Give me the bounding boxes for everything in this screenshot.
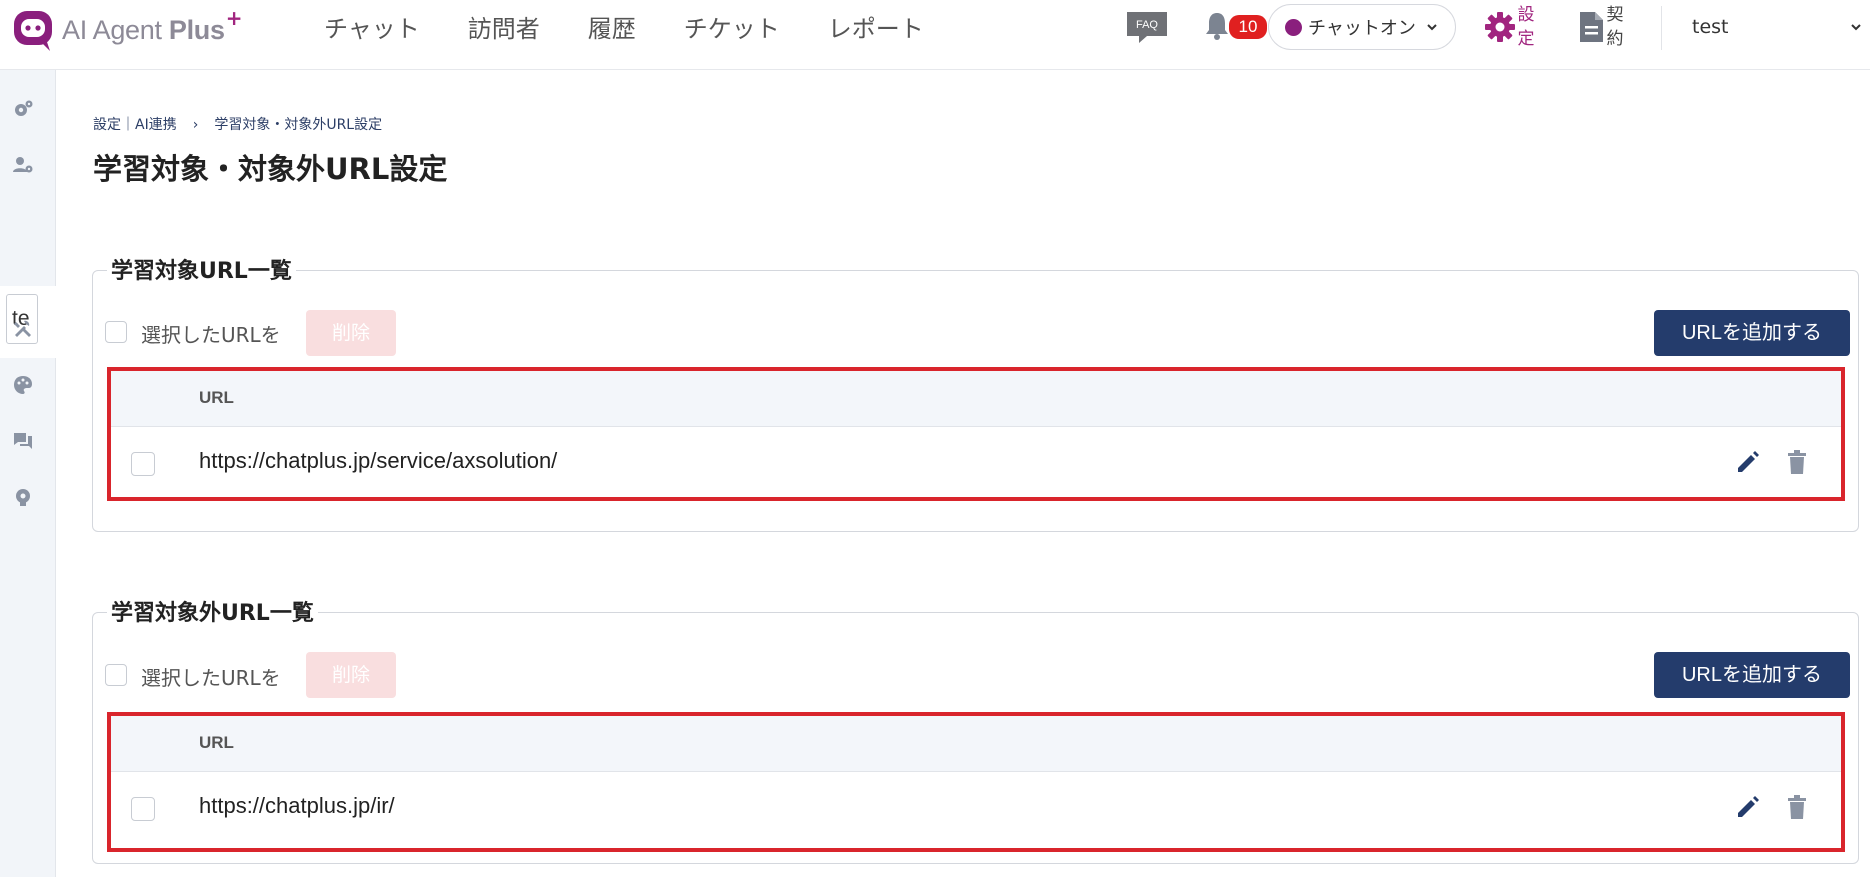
- breadcrumb-separator: ›: [192, 117, 199, 133]
- edit-pencil-icon[interactable]: [1735, 794, 1761, 820]
- nav-item-reports[interactable]: レポート: [828, 9, 924, 44]
- trash-icon[interactable]: [1785, 449, 1809, 475]
- breadcrumb: 設定｜AI連携 › 学習対象・対象外URL設定: [93, 114, 382, 134]
- table-row: https://chatplus.jp/ir/: [111, 772, 1841, 848]
- edit-pencil-icon[interactable]: [1735, 449, 1761, 475]
- ai-settings-icon[interactable]: [12, 486, 34, 508]
- nav-item-chat[interactable]: チャット: [324, 9, 420, 44]
- selected-url-label: 選択したURLを: [141, 666, 281, 690]
- row-checkbox[interactable]: [131, 452, 155, 476]
- delete-selected-button[interactable]: 削除: [306, 652, 396, 698]
- table-row: https://chatplus.jp/service/axsolution/: [111, 427, 1841, 497]
- url-table: URL https://chatplus.jp/service/axsoluti…: [107, 367, 1845, 501]
- logo-mark-icon: [14, 11, 52, 51]
- settings-label-char-2: 定: [1517, 29, 1535, 49]
- row-url-text: https://chatplus.jp/service/axsolution/: [199, 448, 558, 473]
- chat-status-dropdown[interactable]: チャットオン: [1268, 4, 1456, 50]
- select-all-checkbox[interactable]: [105, 321, 127, 343]
- page-title: 学習対象・対象外URL設定: [93, 152, 448, 186]
- column-header-url: URL: [199, 388, 234, 407]
- user-dropdown[interactable]: test: [1692, 12, 1862, 42]
- top-navigation-bar: AI Agent Plus + チャット 訪問者 履歴 チケット レポート FA…: [0, 0, 1870, 70]
- notification-count-badge: 10: [1229, 15, 1267, 39]
- settings-button[interactable]: 設 定: [1484, 2, 1536, 52]
- trash-icon[interactable]: [1785, 794, 1809, 820]
- learning-target-url-section: 学習対象URL一覧 選択したURLを 削除 URLを追加する URL https…: [92, 253, 1859, 532]
- user-settings-icon[interactable]: [12, 154, 34, 176]
- contract-label: 契 約: [1605, 3, 1625, 51]
- document-icon: [1580, 12, 1603, 42]
- settings-label: 設 定: [1516, 3, 1536, 51]
- add-url-button[interactable]: URLを追加する: [1654, 652, 1850, 698]
- chevron-down-icon: [1427, 24, 1437, 31]
- logo-text-plus-word: Plus: [168, 14, 225, 45]
- settings-gear-icon[interactable]: [12, 98, 34, 120]
- row-checkbox[interactable]: [131, 797, 155, 821]
- excluded-url-section: 学習対象外URL一覧 選択したURLを 削除 URLを追加する URL http…: [92, 595, 1859, 864]
- nav-item-history[interactable]: 履歴: [588, 9, 636, 44]
- user-name: test: [1692, 16, 1729, 38]
- notification-bell-icon[interactable]: [1204, 11, 1230, 41]
- logo-plus-sign: +: [225, 6, 243, 30]
- chat-bubbles-icon[interactable]: [12, 430, 34, 452]
- contract-label-char-1: 契: [1606, 5, 1624, 25]
- table-header: URL: [111, 716, 1841, 772]
- nav-item-visitors[interactable]: 訪問者: [468, 9, 540, 44]
- tools-icon[interactable]: [12, 318, 34, 340]
- app-logo[interactable]: AI Agent Plus +: [10, 6, 242, 54]
- table-header: URL: [111, 371, 1841, 427]
- section-legend: 学習対象外URL一覧: [107, 595, 318, 627]
- chevron-down-icon: [1851, 24, 1861, 31]
- breadcrumb-current: 学習対象・対象外URL設定: [214, 117, 383, 133]
- logo-text: AI Agent Plus: [62, 15, 225, 46]
- section-legend: 学習対象URL一覧: [107, 253, 296, 285]
- header-divider: [1661, 6, 1662, 50]
- contract-button[interactable]: 契 約: [1577, 2, 1625, 52]
- faq-icon[interactable]: FAQ: [1125, 10, 1169, 44]
- logo-text-ai-agent: AI Agent: [62, 14, 169, 45]
- settings-label-char-1: 設: [1517, 5, 1535, 25]
- status-dot-icon: [1285, 18, 1302, 36]
- contract-label-char-2: 約: [1606, 29, 1624, 49]
- row-url-text: https://chatplus.jp/ir/: [199, 793, 395, 818]
- chat-status-label: チャットオン: [1308, 18, 1416, 39]
- url-table: URL https://chatplus.jp/ir/: [107, 712, 1845, 852]
- left-sidebar: te: [0, 70, 56, 877]
- settings-gear-icon: [1485, 12, 1515, 42]
- select-all-checkbox[interactable]: [105, 664, 127, 686]
- breadcrumb-parent-link[interactable]: 設定｜AI連携: [93, 117, 177, 133]
- add-url-button[interactable]: URLを追加する: [1654, 310, 1850, 356]
- selected-url-label: 選択したURLを: [141, 323, 281, 347]
- delete-selected-button[interactable]: 削除: [306, 310, 396, 356]
- palette-icon[interactable]: [12, 374, 34, 396]
- nav-item-tickets[interactable]: チケット: [684, 9, 780, 44]
- faq-icon-label: FAQ: [1136, 19, 1158, 31]
- main-navigation: チャット 訪問者 履歴 チケット レポート: [324, 0, 972, 52]
- column-header-url: URL: [199, 733, 234, 752]
